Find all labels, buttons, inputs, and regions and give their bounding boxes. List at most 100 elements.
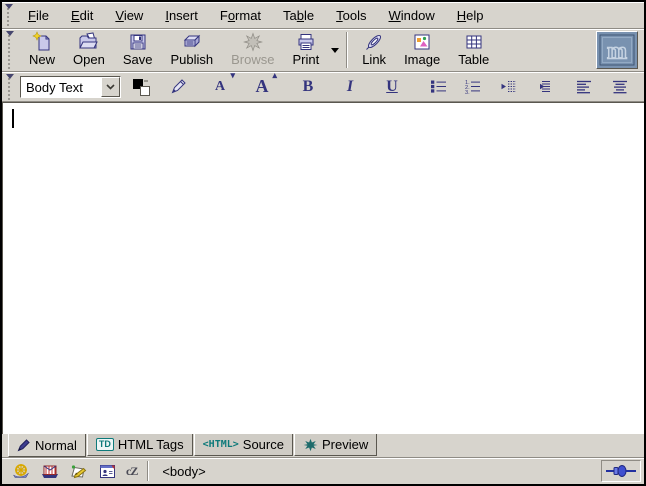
publish-button-label: Publish (170, 52, 213, 67)
tab-source[interactable]: <HTML> Source (194, 434, 293, 456)
combo-dropdown-button[interactable] (101, 77, 120, 97)
composer-icon[interactable] (69, 463, 89, 480)
main-toolbar: New Open Save Publish Browse (2, 29, 644, 72)
arrow-down-icon: ▾ (230, 71, 235, 80)
text-caret (12, 109, 14, 128)
menubar: File Edit View Insert Format Table Tools… (2, 2, 644, 29)
menu-window-label: Window (389, 8, 435, 23)
indent-icon (534, 79, 551, 94)
print-dropdown-arrow[interactable] (328, 30, 341, 70)
highlight-color-button[interactable] (168, 75, 188, 99)
bullet-list-button[interactable] (428, 75, 448, 99)
increase-font-size-button[interactable]: A ▴ (252, 75, 272, 99)
align-center-icon (612, 79, 628, 94)
formatbar-grippy[interactable] (6, 73, 16, 100)
menu-tools[interactable]: Tools (327, 4, 375, 27)
marker-pen-icon (169, 77, 188, 96)
font-letter: A (256, 76, 269, 97)
table-button-label: Table (458, 52, 489, 67)
align-left-button[interactable] (574, 75, 594, 99)
outdent-icon (500, 79, 517, 94)
paragraph-style-select[interactable]: Body Text (20, 76, 121, 98)
menu-table-label: Table (283, 8, 314, 23)
menu-insert-label: Insert (165, 8, 198, 23)
browse-button-label: Browse (231, 52, 274, 67)
statusbar: cZ <body> (2, 458, 644, 484)
underline-button[interactable]: U (382, 75, 402, 99)
toolbar-grippy[interactable] (6, 30, 16, 70)
mozilla-m-icon: m (599, 34, 635, 66)
component-bar: cZ (5, 461, 145, 481)
tab-preview[interactable]: Preview (294, 434, 377, 456)
align-left-icon (576, 79, 592, 94)
open-button-label: Open (73, 52, 105, 67)
font-letter: A (215, 79, 225, 95)
menu-view[interactable]: View (106, 4, 152, 27)
tab-preview-label: Preview (322, 437, 368, 452)
menubar-grippy[interactable] (5, 3, 15, 27)
menu-table[interactable]: Table (274, 4, 323, 27)
image-button-label: Image (404, 52, 440, 67)
publish-icon (181, 32, 203, 52)
table-button[interactable]: Table (450, 30, 497, 70)
composer-window: File Edit View Insert Format Table Tools… (0, 0, 646, 486)
menu-insert[interactable]: Insert (156, 4, 207, 27)
plug-connected-icon (606, 464, 636, 478)
browse-icon (243, 32, 263, 52)
statusbar-separator (147, 461, 149, 481)
new-button[interactable]: New (21, 30, 63, 70)
bold-button[interactable]: B (298, 75, 318, 99)
browse-button: Browse (223, 30, 282, 70)
tab-html-tags[interactable]: TD HTML Tags (87, 434, 193, 456)
menu-help[interactable]: Help (448, 4, 493, 27)
open-button[interactable]: Open (65, 30, 113, 70)
publish-button[interactable]: Publish (162, 30, 221, 70)
italic-label: I (347, 78, 353, 96)
tab-html-tags-label: HTML Tags (118, 437, 184, 452)
navigator-icon[interactable] (11, 463, 31, 480)
mail-icon[interactable] (40, 463, 60, 480)
tab-normal[interactable]: Normal (8, 434, 86, 457)
text-color-picker[interactable] (131, 75, 152, 99)
address-book-icon[interactable] (98, 463, 117, 480)
link-button-label: Link (362, 52, 386, 67)
image-button[interactable]: Image (396, 30, 448, 70)
toolbar-separator (346, 32, 348, 68)
outdent-button[interactable] (498, 75, 518, 99)
numbered-list-button[interactable]: 1.2.3. (462, 75, 482, 99)
save-button[interactable]: Save (115, 30, 161, 70)
bullet-list-icon (430, 79, 447, 94)
menu-edit-label: Edit (71, 8, 93, 23)
arrow-up-icon: ▴ (272, 71, 277, 80)
online-status-button[interactable] (601, 460, 641, 482)
starburst-icon (303, 438, 318, 452)
text-color-swatches-icon (131, 77, 152, 97)
indent-button[interactable] (532, 75, 552, 99)
mozilla-logo[interactable]: m (596, 31, 638, 69)
chevron-down-icon (106, 84, 115, 90)
td-tag-icon: TD (96, 438, 114, 451)
print-button[interactable]: Print (284, 30, 327, 70)
align-center-button[interactable] (610, 75, 630, 99)
svg-text:3.: 3. (465, 90, 470, 94)
numbered-list-icon: 1.2.3. (464, 79, 481, 94)
menu-edit[interactable]: Edit (62, 4, 102, 27)
pen-icon (17, 438, 31, 452)
menu-file-label: File (28, 8, 49, 23)
menu-help-label: Help (457, 8, 484, 23)
menu-window[interactable]: Window (380, 4, 444, 27)
svg-text:m: m (607, 39, 627, 65)
html-source-icon: <HTML> (203, 439, 239, 450)
editor-canvas[interactable] (2, 102, 644, 434)
italic-button[interactable]: I (340, 75, 360, 99)
format-toolbar: Body Text A ▾ A ▴ B I U 1.2.3. (2, 72, 644, 102)
menu-file[interactable]: File (19, 4, 58, 27)
element-path: <body> (151, 464, 601, 479)
print-icon (296, 32, 316, 52)
decrease-font-size-button[interactable]: A ▾ (210, 75, 230, 99)
bold-label: B (303, 78, 314, 96)
open-folder-icon (78, 31, 99, 52)
link-button[interactable]: Link (354, 30, 394, 70)
chatzilla-icon[interactable]: cZ (126, 464, 137, 479)
menu-format[interactable]: Format (211, 4, 270, 27)
